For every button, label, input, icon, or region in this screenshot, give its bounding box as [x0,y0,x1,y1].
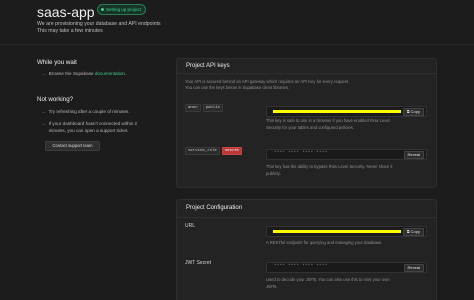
arrow-right-icon: → [41,71,46,76]
anon-copy-label: Copy [410,109,420,114]
status-badge-label: Setting up project [106,7,142,12]
project-config-card-header: Project Configuration [177,200,436,218]
project-config-heading: Project Configuration [186,205,243,211]
service-note-line2: publicly. [266,171,281,176]
service-key-masked: **** **** **** **** [274,152,328,156]
subtitle-line1: We are provisioning your database and AP… [37,21,161,27]
jwt-note-line2: JWTs. [266,284,278,289]
browse-prefix: Browse the Supabase [48,71,94,76]
jwt-secret-masked: **** **** **** **** [274,265,328,269]
browse-suffix: . [124,71,127,76]
api-keys-desc-line2: You can use the keys below in Supabase c… [185,85,290,90]
api-keys-desc-line1: Your API is secured behind an API gatewa… [185,79,350,84]
header-divider [0,44,474,45]
anon-key-field[interactable]: ⧉ Copy [266,106,427,117]
redacted-url [273,230,401,233]
copy-icon: ⧉ [406,229,410,234]
documentation-link[interactable]: documentation [95,71,125,76]
public-tag: public [202,104,224,112]
anon-note-line2: Security for your tables and configured … [266,125,354,130]
status-badge: Setting up project [97,4,147,15]
url-copy-button[interactable]: ⧉ Copy [402,228,424,236]
url-field[interactable]: ⧉ Copy [266,226,427,237]
service-note-line1: This key has the ability to bypass Row L… [266,164,393,169]
url-note: A RESTful endpoint for querying and mana… [266,240,383,245]
support-text-line2: minutes, you can open a support ticket. [48,128,129,133]
contact-support-button[interactable]: Contact support team [45,141,100,151]
api-keys-card-header: Project API keys [177,59,436,74]
service-role-tag: service_role [185,147,220,155]
secret-tag: secret [221,147,243,155]
service-reveal-label: Reveal [407,152,420,157]
jwt-secret-label: JWT Secret [185,260,212,266]
support-text-line1: If your dashboard hasn't connected withi… [48,121,138,126]
arrow-right-icon: → [41,121,46,126]
browse-docs-item: → Browse the Supabase documentation. [41,71,126,76]
anon-key-tags: anon public [185,104,224,112]
api-keys-heading: Project API keys [186,63,230,69]
subtitle-line2: This may take a few minutes [37,28,103,34]
project-config-card: Project Configuration [176,199,437,300]
service-reveal-button[interactable]: Reveal [403,151,424,159]
jwt-reveal-label: Reveal [407,265,420,270]
refresh-text: Try refreshing after a couple of minutes… [48,109,130,114]
url-copy-label: Copy [410,229,420,234]
support-item: → If your dashboard hasn't connected wit… [41,121,137,133]
arrow-right-icon: → [41,109,46,114]
status-dot-icon [101,8,104,11]
while-you-wait-heading: While you wait [37,59,77,66]
service-key-field[interactable]: **** **** **** **** Reveal [266,149,427,160]
anon-note-line1: This key is safe to use in a browser if … [266,118,390,123]
redacted-anon-key [273,110,401,113]
anon-tag: anon [185,104,201,112]
project-title: saas-app [37,4,95,20]
not-working-heading: Not working? [37,96,74,103]
jwt-secret-field[interactable]: **** **** **** **** Reveal [266,262,427,273]
copy-icon: ⧉ [406,109,410,114]
url-label: URL [185,223,196,229]
jwt-note-line1: Used to decode your JWTs. You can also u… [266,277,390,282]
anon-copy-button[interactable]: ⧉ Copy [402,108,424,116]
service-key-tags: service_role secret [185,147,243,155]
jwt-reveal-button[interactable]: Reveal [403,264,424,272]
refresh-item: → Try refreshing after a couple of minut… [41,109,130,114]
